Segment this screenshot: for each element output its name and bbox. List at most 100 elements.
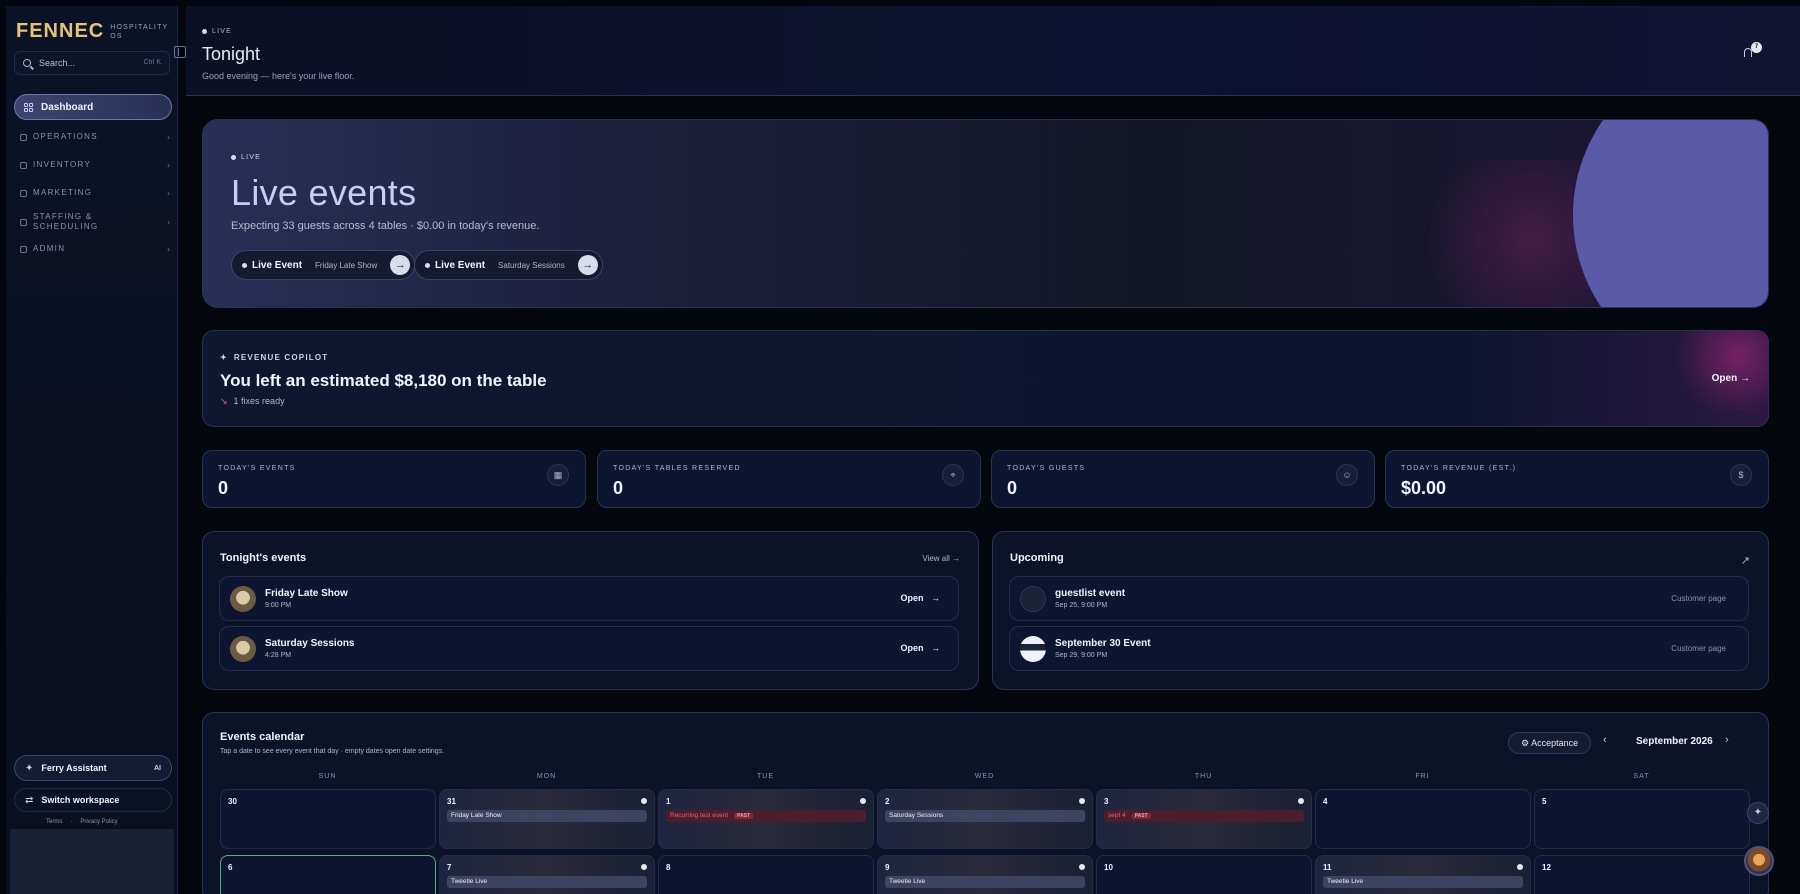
day-number: 4 [1323,797,1328,806]
calendar-day-cell[interactable]: 4 [1315,789,1531,849]
event-tag-label: sept 4 [1108,812,1126,819]
sidebar-item-admin[interactable]: ADMIN › [20,244,170,254]
view-all-link[interactable]: View all → [922,554,960,563]
calendar-day-cell[interactable]: 8 [658,855,874,894]
live-event-pill[interactable]: Live Event Saturday Sessions → [414,250,603,280]
day-number: 31 [447,797,456,806]
live-indicator: LIVE [231,154,261,161]
stat-label: TODAY'S EVENTS [218,465,296,472]
customer-page-link[interactable]: Customer page [1671,594,1726,603]
bell-icon[interactable]: 7 [1741,42,1762,60]
day-number: 5 [1542,797,1547,806]
search-placeholder: Search... [39,58,76,68]
calendar-day-cell[interactable]: 5 [1534,789,1750,849]
calendar-day-cell[interactable]: 2 Saturday Sessions [877,789,1093,849]
event-thumbnail [230,636,256,662]
customer-page-link[interactable]: Customer page [1671,644,1726,653]
assistant-button[interactable]: ✦ Ferry Assistant AI [14,755,172,781]
day-number: 2 [885,797,890,806]
sidebar-item-label: OPERATIONS [33,132,98,141]
pin-icon: ⌖ [942,464,964,486]
acceptance-filter-button[interactable]: ⚙ Acceptance [1508,732,1592,754]
trend-up-icon[interactable]: ↗ [1741,554,1750,567]
copilot-label: ✦ REVENUE COPILOT [220,353,328,362]
event-dot-icon [1079,798,1085,804]
sparkle-fab-icon[interactable]: ✦ [1747,802,1769,824]
search-input[interactable]: Search... Ctrl K [14,51,170,75]
day-of-week-header: FRI [1415,773,1430,780]
copilot-open-button[interactable]: Open → [1712,373,1750,384]
event-tag[interactable]: Recurring test event PAST [666,810,866,822]
day-number: 9 [885,863,890,872]
sidebar-item-staffing[interactable]: STAFFING & SCHEDULING › [20,212,170,232]
event-dot-icon [641,864,647,870]
sidebar-item-label: INVENTORY [33,160,92,169]
arrow-right-icon[interactable]: → [390,255,411,275]
terms-link[interactable]: Terms [46,819,62,825]
sidebar-footer-area [10,829,174,894]
list-item[interactable]: Friday Late Show 9:00 PM Open → [219,576,959,621]
page-title: Tonight [202,44,261,64]
chevron-right-icon: › [167,132,170,142]
live-event-pill[interactable]: Live Event Friday Late Show → [231,250,416,280]
live-label: LIVE [212,28,232,35]
footer-links: Terms · Privacy Policy [46,819,118,825]
revenue-copilot-card[interactable]: ✦ REVENUE COPILOT You left an estimated $… [202,330,1769,427]
day-number: 1 [666,797,671,806]
calendar-day-cell[interactable]: 3 sept 4 PAST [1096,789,1312,849]
copilot-fixes-text: 1 fixes ready [233,396,285,406]
calendar-day-cell[interactable]: 11 Tweetie Live [1315,855,1531,894]
copilot-label-text: REVENUE COPILOT [233,353,329,362]
event-tag-label: Tweetie Live [889,878,926,885]
calendar-day-cell[interactable]: 6 [220,855,436,894]
event-tag[interactable]: sept 4 PAST [1104,810,1304,822]
marketing-icon [20,189,27,197]
calendar-day-cell[interactable]: 7 Tweetie Live [439,855,655,894]
sidebar-item-dashboard[interactable]: Dashboard [14,94,172,120]
sidebar-item-label: ADMIN [33,244,66,253]
switch-workspace-button[interactable]: ⇄ Switch workspace [14,788,172,812]
open-button[interactable]: Open → [900,643,940,653]
list-item[interactable]: guestlist event Sep 25, 9:00 PM Customer… [1009,576,1749,621]
calendar-day-cell[interactable]: 10 [1096,855,1312,894]
sidebar-item-marketing[interactable]: MARKETING › [20,188,170,198]
list-item[interactable]: September 30 Event Sep 29, 9:00 PM Custo… [1009,626,1749,671]
event-dot-icon [1298,798,1304,804]
pill-label: Live Event [435,259,486,271]
chevron-right-icon[interactable]: › [1725,734,1729,746]
sparkle-icon: ✦ [25,762,34,774]
hero-title: Live events [231,172,417,213]
separator: · [70,819,73,825]
event-name: Saturday Sessions [265,638,355,649]
calendar-day-cell[interactable]: 12 [1534,855,1750,894]
day-number: 30 [228,797,237,806]
privacy-link[interactable]: Privacy Policy [80,819,117,825]
event-tag[interactable]: Saturday Sessions [885,810,1085,822]
open-label: Open [1711,373,1738,384]
fox-avatar[interactable] [1744,846,1774,876]
event-tag[interactable]: Tweetie Live [885,876,1085,888]
collapse-sidebar-icon[interactable] [174,46,186,58]
brand-name: FENNEC [16,20,105,42]
list-item[interactable]: Saturday Sessions 4:28 PM Open → [219,626,959,671]
sidebar-item-operations[interactable]: OPERATIONS › [20,132,170,142]
event-dot-icon [641,798,647,804]
calendar-day-cell[interactable]: 30 [220,789,436,849]
live-indicator: LIVE [202,28,232,35]
calendar-day-cell[interactable]: 9 Tweetie Live [877,855,1093,894]
chevron-left-icon[interactable]: ‹ [1603,734,1607,746]
pill-event-name: Saturday Sessions [498,260,565,270]
open-button[interactable]: Open → [900,593,940,603]
sidebar-item-inventory[interactable]: INVENTORY › [20,160,170,170]
brand-logo[interactable]: FENNEC HOSPITALITY OS [16,20,167,43]
event-tag[interactable]: Tweetie Live [1323,876,1523,888]
pill-label: Live Event [252,259,303,271]
stat-card-events: TODAY'S EVENTS 0 ▦ [202,450,586,508]
event-tag[interactable]: Friday Late Show [447,810,647,822]
event-tag[interactable]: Tweetie Live [447,876,647,888]
copilot-fixes: ↘ 1 fixes ready [220,396,285,407]
calendar-day-cell[interactable]: 1 Recurring test event PAST [658,789,874,849]
calendar-day-cell[interactable]: 31 Friday Late Show [439,789,655,849]
arrow-right-icon[interactable]: → [577,255,598,275]
tonights-events-panel: Tonight's events View all → Friday Late … [202,531,979,690]
